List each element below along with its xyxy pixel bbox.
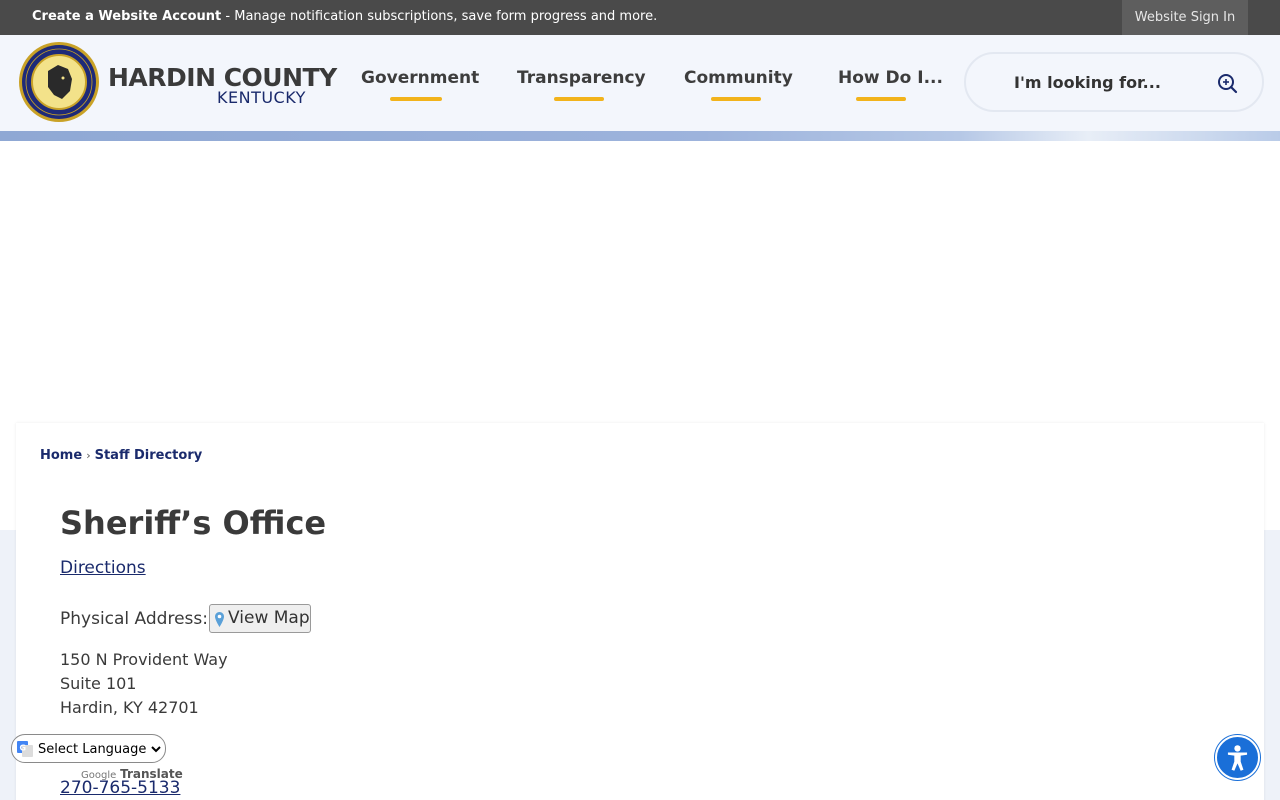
nav-transparency-underline xyxy=(554,97,604,101)
county-seal-logo[interactable] xyxy=(18,41,100,123)
view-map-label: View Map xyxy=(228,608,310,628)
svg-text:G: G xyxy=(20,744,27,753)
powered-by-google-translate[interactable]: Google Translate xyxy=(81,767,183,781)
nav-government-underline xyxy=(390,97,442,101)
page-title: Sheriff’s Office xyxy=(60,504,327,542)
hero-image-strip xyxy=(0,131,1280,141)
create-account-description: - Manage notification subscriptions, sav… xyxy=(221,9,658,24)
map-pin-icon xyxy=(215,612,224,627)
nav-government[interactable]: Government xyxy=(361,68,479,88)
website-sign-in-button[interactable]: Website Sign In xyxy=(1122,0,1248,35)
create-account-label[interactable]: Create a Website Account xyxy=(32,9,221,24)
select-language-dropdown[interactable]: Select Language xyxy=(34,739,164,759)
address-line-3: Hardin, KY 42701 xyxy=(60,698,199,717)
breadcrumb-staff-directory[interactable]: Staff Directory xyxy=(95,448,203,463)
search-icon[interactable] xyxy=(1216,72,1240,96)
nav-how-do-i[interactable]: How Do I... xyxy=(838,68,943,88)
nav-community-underline xyxy=(711,97,761,101)
account-bar: Create a Website Account - Manage notifi… xyxy=(0,0,1280,35)
site-header: HARDIN COUNTY KENTUCKY Government Transp… xyxy=(0,35,1280,131)
view-map-button[interactable]: View Map xyxy=(209,604,311,633)
nav-community[interactable]: Community xyxy=(684,68,793,88)
create-account-link[interactable]: Create a Website Account - Manage notifi… xyxy=(32,9,657,24)
physical-address-label: Physical Address: xyxy=(60,609,208,629)
content-card: Home › Staff Directory Sheriff’s Office Di… xyxy=(16,423,1264,800)
address-line-1: 150 N Provident Way xyxy=(60,650,228,669)
breadcrumb-home[interactable]: Home xyxy=(40,448,82,463)
phone-link[interactable]: 270-765-5133 xyxy=(60,778,180,798)
address-line-2: Suite 101 xyxy=(60,674,137,693)
accessibility-icon[interactable] xyxy=(1215,735,1260,780)
powered-google-label: Google xyxy=(81,770,117,781)
nav-transparency[interactable]: Transparency xyxy=(517,68,646,88)
breadcrumb: Home › Staff Directory xyxy=(40,448,202,463)
language-selector: G Select Language xyxy=(11,734,166,763)
powered-translate-label: Translate xyxy=(120,767,183,781)
google-translate-icon: G xyxy=(17,741,33,757)
search-input[interactable] xyxy=(1014,73,1214,92)
breadcrumb-separator: › xyxy=(86,449,91,462)
nav-how-do-i-underline xyxy=(856,97,906,101)
brand-state[interactable]: KENTUCKY xyxy=(217,88,306,107)
search-box xyxy=(964,52,1264,112)
directions-link[interactable]: Directions xyxy=(60,558,146,578)
